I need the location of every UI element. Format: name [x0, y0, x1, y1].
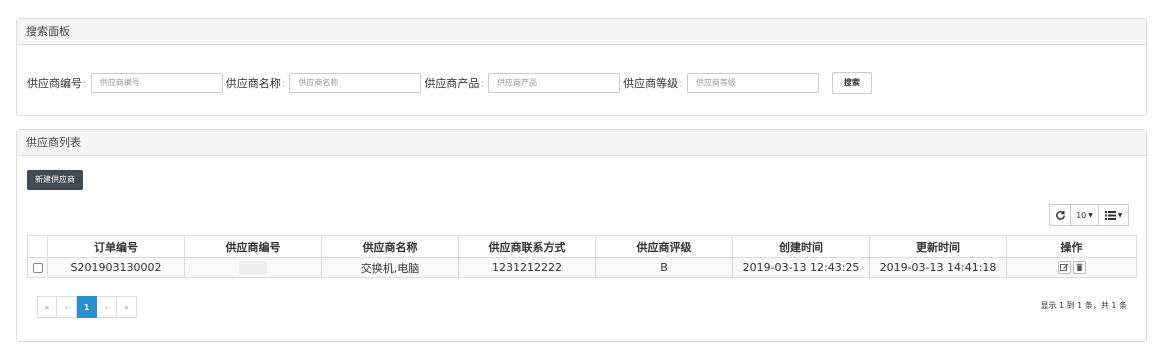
table-header-row: 订单编号 供应商编号 供应商名称 供应商联系方式 供应商评级 创建时间 更新时间… — [27, 235, 1137, 258]
supplier-name-input[interactable]: 供应商名称 — [289, 73, 422, 93]
col-actions: 操作 — [1006, 235, 1137, 258]
chevron-down-icon: ▼ — [1088, 211, 1093, 219]
row-checkbox-cell — [27, 257, 48, 278]
search-form: 供应商编号: 供应商编号 供应商名称: 供应商名称 供应商产品: 供应商产品 供… — [27, 72, 872, 94]
search-button[interactable]: 搜索 — [831, 72, 872, 94]
select-all-header — [27, 235, 48, 258]
chevron-down-icon: ▼ — [1117, 211, 1123, 219]
search-panel-title: 搜索面板 — [17, 19, 1146, 45]
cell-updated: 2019-03-13 14:41:18 — [869, 257, 1007, 278]
page-info: 显示 1 到 1 条，共 1 条 — [1040, 301, 1127, 310]
supplier-list-title: 供应商列表 — [17, 130, 1146, 156]
page-size-value: 10 — [1076, 210, 1087, 220]
cell-contact: 1231212222 — [458, 257, 596, 278]
page-current[interactable]: 1 — [77, 296, 97, 318]
supplier-no-input[interactable]: 供应商编号 — [90, 73, 223, 93]
page-last[interactable]: » — [117, 296, 137, 318]
page-next[interactable]: › — [97, 296, 117, 318]
list-columns-icon — [1104, 210, 1116, 220]
col-supplier-no[interactable]: 供应商编号 — [184, 235, 322, 258]
col-updated[interactable]: 更新时间 — [869, 235, 1007, 258]
supplier-no-label: 供应商编号 — [27, 77, 82, 90]
page-size-dropdown[interactable]: 10 ▼ — [1071, 204, 1099, 226]
refresh-button[interactable] — [1049, 204, 1071, 226]
edit-button[interactable] — [1057, 261, 1071, 275]
delete-button[interactable] — [1072, 261, 1086, 275]
supplier-product-label: 供应商产品 — [424, 77, 480, 90]
edit-icon — [1059, 263, 1068, 272]
supplier-name-label: 供应商名称 — [225, 77, 281, 90]
table-row: S201903130002 交换机,电脑 1231212222 B 2019-0… — [27, 257, 1137, 278]
supplier-table: 订单编号 供应商编号 供应商名称 供应商联系方式 供应商评级 创建时间 更新时间… — [27, 235, 1137, 278]
col-order-no[interactable]: 订单编号 — [47, 235, 185, 258]
cell-supplier-no — [184, 257, 322, 278]
pagination: « ‹ 1 › » — [37, 296, 137, 318]
supplier-product-input[interactable]: 供应商产品 — [488, 73, 621, 93]
columns-toggle-button[interactable]: ▼ — [1099, 204, 1129, 226]
cell-supplier-name: 交换机,电脑 — [321, 257, 459, 278]
page-first[interactable]: « — [37, 296, 57, 318]
cell-order-no: S201903130002 — [47, 257, 185, 278]
cell-rating: B — [595, 257, 733, 278]
search-panel: 搜索面板 供应商编号: 供应商编号 供应商名称: 供应商名称 供应商产品: 供应… — [16, 18, 1147, 116]
table-toolbar: 10 ▼ ▼ — [1049, 204, 1129, 226]
col-created[interactable]: 创建时间 — [732, 235, 870, 258]
redacted-value — [239, 261, 267, 275]
col-contact[interactable]: 供应商联系方式 — [458, 235, 596, 258]
new-supplier-button[interactable]: 新建供应商 — [27, 170, 83, 190]
supplier-level-label: 供应商等级 — [623, 77, 679, 90]
supplier-list-panel: 供应商列表 新建供应商 10 ▼ ▼ 订单编号 供应商编号 供应商名称 供应商联… — [16, 129, 1147, 342]
page-prev[interactable]: ‹ — [57, 296, 77, 318]
refresh-icon — [1055, 210, 1065, 220]
row-checkbox[interactable] — [32, 263, 43, 273]
supplier-level-input[interactable]: 供应商等级 — [686, 73, 819, 93]
col-rating[interactable]: 供应商评级 — [595, 235, 733, 258]
col-supplier-name[interactable]: 供应商名称 — [321, 235, 459, 258]
delete-icon — [1076, 264, 1082, 272]
cell-actions — [1006, 257, 1137, 278]
cell-created: 2019-03-13 12:43:25 — [732, 257, 870, 278]
